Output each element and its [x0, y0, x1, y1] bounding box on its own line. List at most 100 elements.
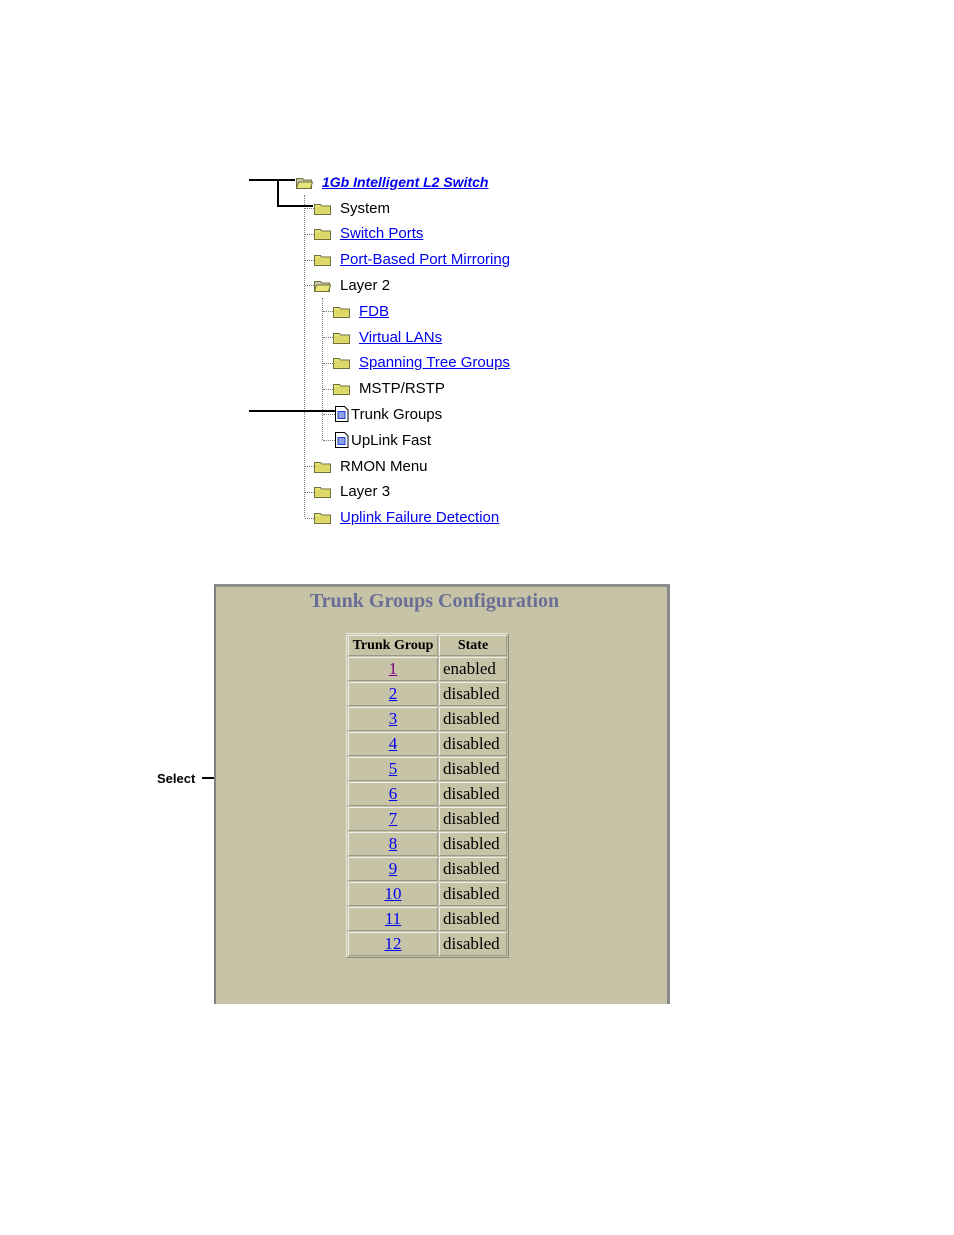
- folder-icon: [314, 227, 331, 241]
- trunk-group-link-12[interactable]: 12: [385, 934, 402, 953]
- tree-connector: [305, 491, 314, 493]
- trunk-group-link-4[interactable]: 4: [389, 734, 398, 753]
- trunk-group-link-1[interactable]: 1: [389, 659, 398, 678]
- tree-item-rmon-menu[interactable]: RMON Menu: [314, 456, 428, 476]
- tree-item-trunk-groups[interactable]: Trunk Groups: [335, 404, 442, 424]
- folder-icon: [333, 356, 350, 370]
- tree-connector: [323, 311, 333, 313]
- folder-open-icon: [314, 279, 331, 292]
- folder-icon: [333, 331, 350, 344]
- tree-item-switch-ports[interactable]: Switch Ports: [314, 224, 423, 244]
- navigation-tree: 1Gb Intelligent L2 Switch System Switch Po…: [0, 0, 954, 560]
- tree-label-system: System: [340, 199, 391, 217]
- folder-icon: [314, 511, 331, 525]
- table-header-row: Trunk Group State: [348, 635, 507, 656]
- callout-line-root: [249, 179, 295, 181]
- trunk-group-cell: 5: [348, 757, 438, 781]
- tree-link-spanning-tree-groups[interactable]: Spanning Tree Groups: [359, 354, 510, 371]
- trunk-group-state: disabled: [439, 807, 507, 831]
- trunk-group-cell: 2: [348, 682, 438, 706]
- table-row: 9 disabled: [348, 857, 507, 881]
- table-row: 10 disabled: [348, 882, 507, 906]
- trunk-group-link-8[interactable]: 8: [389, 834, 398, 853]
- tree-connector: [323, 414, 335, 416]
- tree-item-spanning-tree-groups[interactable]: Spanning Tree Groups: [333, 353, 510, 373]
- folder-icon: [333, 382, 350, 396]
- folder-icon: [314, 202, 331, 215]
- trunk-group-link-10[interactable]: 10: [385, 884, 402, 903]
- trunk-group-cell: 4: [348, 732, 438, 756]
- tree-label-trunk-groups: Trunk Groups: [351, 405, 443, 423]
- tree-connector: [305, 285, 314, 287]
- table-row: 7 disabled: [348, 807, 507, 831]
- trunk-group-cell: 10: [348, 882, 438, 906]
- trunk-group-state: disabled: [439, 682, 507, 706]
- callout-line-root-vertical: [277, 179, 279, 206]
- table-row: 4 disabled: [348, 732, 507, 756]
- tree-label-layer-2: Layer 2: [340, 276, 391, 294]
- trunk-group-state: disabled: [439, 707, 507, 731]
- tree-link-port-based-port-mirroring[interactable]: Port-Based Port Mirroring: [340, 251, 510, 268]
- tree-label-uplink-fast: UpLink Fast: [351, 431, 432, 449]
- trunk-group-state: disabled: [439, 732, 507, 756]
- tree-item-system[interactable]: System: [314, 198, 390, 218]
- tree-connector: [323, 440, 335, 442]
- table-row: 5 disabled: [348, 757, 507, 781]
- tree-link-uplink-failure-detection[interactable]: Uplink Failure Detection: [340, 509, 499, 526]
- tree-connector: [305, 208, 314, 209]
- tree-item-uplink-failure-detection[interactable]: Uplink Failure Detection: [314, 508, 499, 528]
- tree-connector: [305, 259, 314, 261]
- table-row: 11 disabled: [348, 907, 507, 931]
- trunk-group-link-7[interactable]: 7: [389, 809, 398, 828]
- tree-item-virtual-lans[interactable]: Virtual LANs: [333, 327, 442, 347]
- trunk-group-state: enabled: [439, 657, 507, 681]
- table-row: 12 disabled: [348, 932, 507, 956]
- trunk-groups-table: Trunk Group State 1 enabled 2 disabled 3 disa…: [346, 633, 509, 958]
- trunk-group-link-6[interactable]: 6: [389, 784, 398, 803]
- trunk-group-state: disabled: [439, 882, 507, 906]
- tree-item-port-based-port-mirroring[interactable]: Port-Based Port Mirroring: [314, 250, 510, 270]
- folder-icon: [314, 460, 331, 473]
- select-callout-label: Select: [157, 771, 196, 786]
- tree-link-1gb-intelligent-l2-switch[interactable]: 1Gb Intelligent L2 Switch: [322, 174, 488, 190]
- trunk-group-state: disabled: [439, 832, 507, 856]
- trunk-group-link-9[interactable]: 9: [389, 859, 398, 878]
- tree-connector: [305, 233, 314, 235]
- tree-link-fdb[interactable]: FDB: [359, 303, 389, 320]
- trunk-group-link-11[interactable]: 11: [385, 909, 401, 928]
- table-row: 3 disabled: [348, 707, 507, 731]
- trunk-group-cell: 3: [348, 707, 438, 731]
- trunk-group-link-2[interactable]: 2: [389, 684, 398, 703]
- trunk-group-link-3[interactable]: 3: [389, 709, 398, 728]
- trunk-group-cell: 6: [348, 782, 438, 806]
- folder-icon: [314, 485, 331, 499]
- tree-item-1gb-intelligent-l2-switch[interactable]: 1Gb Intelligent L2 Switch: [296, 172, 488, 192]
- trunk-group-state: disabled: [439, 932, 507, 956]
- tree-connector: [323, 388, 333, 390]
- column-header-state: State: [439, 635, 507, 656]
- table-row: 2 disabled: [348, 682, 507, 706]
- tree-item-mstp-rstp[interactable]: MSTP/RSTP: [333, 379, 445, 399]
- tree-label-layer-3: Layer 3: [340, 483, 391, 501]
- tree-connector: [305, 517, 314, 519]
- tree-guide-line: [304, 195, 305, 517]
- trunk-group-cell: 12: [348, 932, 438, 956]
- tree-item-fdb[interactable]: FDB: [333, 301, 389, 321]
- tree-item-layer-2[interactable]: Layer 2: [314, 275, 390, 295]
- tree-link-switch-ports[interactable]: Switch Ports: [340, 225, 423, 242]
- tree-connector: [323, 337, 333, 338]
- tree-guide-line: [322, 298, 323, 440]
- tree-label-mstp-rstp: MSTP/RSTP: [359, 380, 445, 398]
- tree-item-uplink-fast[interactable]: UpLink Fast: [335, 430, 431, 450]
- tree-link-virtual-lans[interactable]: Virtual LANs: [359, 329, 442, 346]
- table-row: 1 enabled: [348, 657, 507, 681]
- tree-connector: [305, 466, 314, 467]
- trunk-group-link-5[interactable]: 5: [389, 759, 398, 778]
- trunk-group-cell: 11: [348, 907, 438, 931]
- folder-icon: [314, 253, 331, 267]
- trunk-group-cell: 8: [348, 832, 438, 856]
- tree-item-layer-3[interactable]: Layer 3: [314, 482, 390, 502]
- document-icon: [335, 406, 349, 423]
- folder-open-icon: [296, 176, 313, 189]
- trunk-group-state: disabled: [439, 757, 507, 781]
